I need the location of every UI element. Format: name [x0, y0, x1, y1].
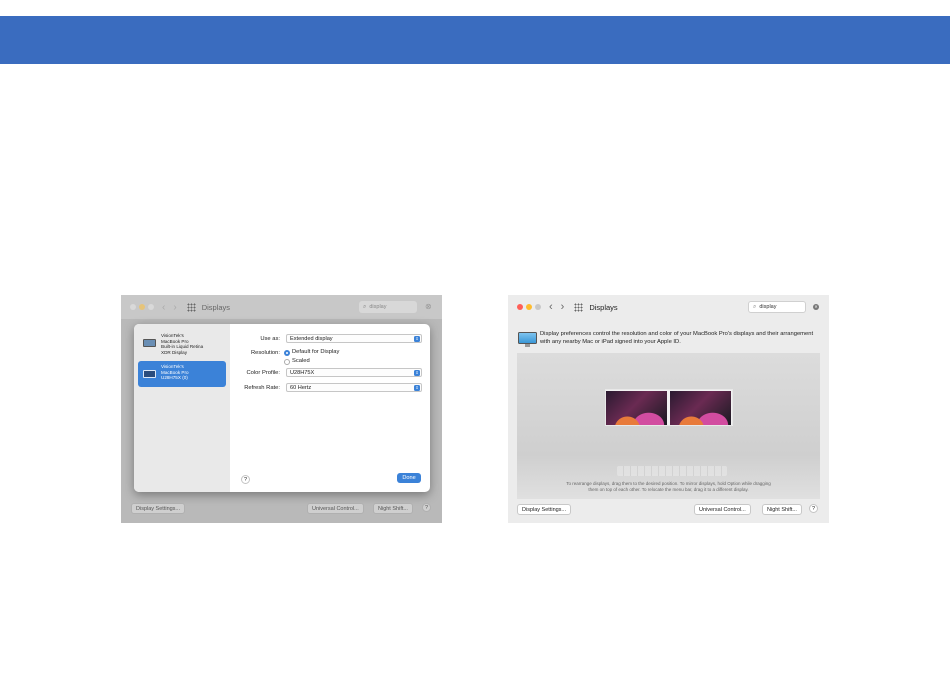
search-value: display [759, 304, 777, 310]
universal-control-button[interactable]: Universal Control... [307, 503, 364, 514]
display-icon [518, 332, 537, 344]
display-item-builtin[interactable]: VisionTek's MacBook Pro Built-in Liquid … [138, 330, 226, 356]
display-arrangement [605, 389, 733, 426]
arrange-hint-line: them on top of each other. To relocate t… [588, 487, 749, 492]
close-button[interactable] [517, 304, 523, 310]
resolution-label: Resolution: [250, 350, 280, 356]
external-display-icon [143, 370, 156, 378]
color-profile-select[interactable]: U28H75X ⇕ [286, 368, 422, 377]
chevron-updown-icon: ⇕ [414, 385, 420, 391]
search-icon: ⌕ [753, 303, 757, 310]
display-thumbnail-2[interactable] [670, 391, 731, 425]
display-settings-button[interactable]: Display Settings... [517, 504, 572, 515]
arrange-hint: To rearrange displays, drag them to the … [517, 481, 820, 493]
use-as-value: Extended display [290, 336, 333, 342]
back-chevron-icon[interactable]: ‹ [162, 302, 165, 313]
display-settings-button[interactable]: Display Settings... [131, 503, 186, 514]
use-as-select[interactable]: Extended display ⇕ [286, 334, 422, 343]
minimize-button[interactable] [526, 304, 532, 310]
radio-default-for-display[interactable] [284, 349, 290, 356]
universal-control-button[interactable]: Universal Control... [694, 504, 751, 515]
header-band [0, 16, 950, 64]
clear-search-icon[interactable]: ⊗ [425, 302, 432, 311]
close-button[interactable] [130, 304, 136, 310]
radio-default-label: Default for Display [292, 349, 340, 355]
refresh-rate-value: 60 Hertz [290, 385, 312, 391]
color-profile-label: Color Profile: [246, 370, 280, 376]
refresh-rate-label: Refresh Rate: [244, 385, 280, 391]
clear-search-icon[interactable]: ✕ [813, 304, 819, 310]
display-list: VisionTek's MacBook Pro Built-in Liquid … [134, 324, 230, 492]
night-shift-button[interactable]: Night Shift... [373, 503, 413, 514]
zoom-button[interactable] [148, 304, 154, 310]
search-field[interactable]: ⌕ display [748, 301, 806, 313]
display-name-line: XDR Display [161, 349, 188, 355]
display-name-line: U28H75X (0) [161, 375, 188, 380]
search-value: display [369, 304, 387, 310]
chevron-updown-icon: ⇕ [414, 370, 420, 376]
arrangement-area[interactable]: To rearrange displays, drag them to the … [517, 353, 820, 499]
refresh-rate-select[interactable]: 60 Hertz ⇕ [286, 383, 422, 392]
search-field[interactable]: ⌕ display [359, 301, 417, 313]
sheet-help-button[interactable]: ? [241, 475, 250, 484]
displays-window: ‹ › Displays ⌕ display ✕ Display prefere… [508, 295, 829, 523]
display-item-external[interactable]: VisionTek's MacBook Pro U28H75X (0) [138, 361, 226, 387]
search-icon: ⌕ [363, 303, 367, 310]
help-button[interactable]: ? [422, 503, 431, 512]
night-shift-button[interactable]: Night Shift... [762, 504, 802, 515]
radio-scaled-label: Scaled [292, 358, 310, 364]
color-profile-value: U28H75X [290, 370, 315, 376]
zoom-button[interactable] [535, 304, 541, 310]
use-as-label: Use as: [260, 336, 280, 342]
chevron-updown-icon: ⇕ [414, 336, 420, 342]
forward-chevron-icon[interactable]: › [561, 301, 565, 313]
window-title: Displays [201, 302, 231, 312]
radio-scaled[interactable] [284, 358, 290, 365]
keyboard-illustration [617, 466, 727, 476]
info-text: Display preferences control the resoluti… [540, 331, 814, 345]
display-name-line: Built-in Liquid Retina [161, 344, 204, 349]
done-button[interactable]: Done [397, 473, 421, 483]
display-stand-icon [525, 344, 530, 347]
laptop-display-icon [143, 339, 156, 347]
show-all-grid-icon[interactable] [574, 302, 584, 312]
back-chevron-icon[interactable]: ‹ [549, 301, 553, 313]
display-thumbnail-1[interactable] [606, 391, 667, 425]
minimize-button[interactable] [139, 304, 145, 310]
displays-window-with-sheet: ‹ › Displays ⌕ display ⊗ VisionTek's Mac… [121, 295, 442, 523]
display-settings-sheet: VisionTek's MacBook Pro Built-in Liquid … [134, 324, 430, 492]
forward-chevron-icon[interactable]: › [173, 302, 176, 313]
window-title: Displays [589, 302, 618, 312]
show-all-grid-icon[interactable] [186, 302, 196, 312]
help-button[interactable]: ? [809, 504, 818, 513]
